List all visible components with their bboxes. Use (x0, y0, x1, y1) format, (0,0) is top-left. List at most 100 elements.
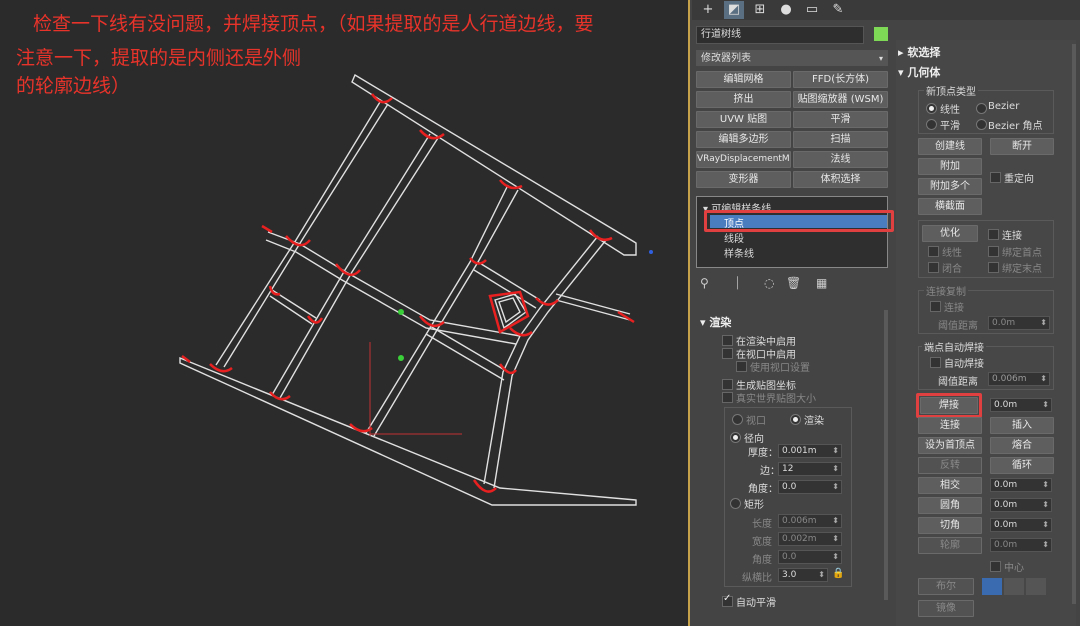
chamfer-button[interactable]: 切角 (918, 517, 982, 534)
bezier-corner-radio[interactable] (976, 119, 987, 130)
connect-copy-checkbox[interactable] (930, 301, 941, 312)
reorient-checkbox[interactable] (990, 172, 1001, 183)
fillet-spinner[interactable]: 0.0m (990, 498, 1052, 512)
spline-cross-3 (425, 325, 509, 381)
make-unique-icon[interactable]: ◌ (764, 276, 774, 290)
spline-cross-1 (265, 231, 521, 345)
make-first-button[interactable]: 设为首顶点 (918, 437, 982, 454)
cross-section-button[interactable]: 横截面 (918, 198, 982, 215)
create-line-button[interactable]: 创建线 (918, 138, 982, 155)
length-spinner[interactable]: 0.006m (778, 514, 842, 528)
mirror-button[interactable]: 镜像 (918, 600, 974, 617)
modify-tab-icon[interactable]: ◩ (724, 1, 744, 19)
modifier-list-dropdown[interactable]: 修改器列表 ▾ (696, 50, 888, 66)
lock-icon[interactable]: 🔒 (832, 568, 844, 579)
reverse-button[interactable]: 反转 (918, 457, 982, 474)
smooth-radio[interactable] (926, 119, 937, 130)
threshold2-spinner[interactable]: 0.006m (988, 372, 1050, 386)
linear-radio[interactable] (926, 103, 937, 114)
auto-weld-checkbox[interactable] (930, 357, 941, 368)
aspect-spinner[interactable]: 3.0 (778, 568, 828, 582)
closed-checkbox[interactable] (928, 262, 939, 273)
auto-weld-label: 自动焊接 (944, 359, 984, 370)
radial-radio[interactable] (730, 432, 741, 443)
geometry-scrollbar[interactable] (1072, 44, 1076, 604)
outline-spinner[interactable]: 0.0m (990, 538, 1052, 552)
geometry-header[interactable]: ▾ 几何体 (898, 64, 940, 80)
modifier-button-vray-displacement[interactable]: VRayDisplacementMod (696, 151, 791, 168)
connect-checkbox[interactable] (988, 229, 999, 240)
show-end-result-icon[interactable]: ⏐ (734, 276, 741, 291)
angle2-spinner[interactable]: 0.0 (778, 550, 842, 564)
break-button[interactable]: 断开 (990, 138, 1054, 155)
stack-item-segment[interactable]: 线段 (724, 230, 744, 245)
boolean-subtract-icon[interactable] (1004, 578, 1024, 595)
cycle-button[interactable]: 循环 (990, 457, 1054, 474)
modifier-button-edit-poly[interactable]: 编辑多边形 (696, 131, 791, 148)
viewport-radio[interactable] (732, 414, 743, 425)
modifier-button-map-scaler[interactable]: 贴图缩放器 (WSM) (793, 91, 888, 108)
boolean-intersect-icon[interactable] (1026, 578, 1046, 595)
bind-first-checkbox[interactable] (988, 246, 999, 257)
real-world-map-checkbox[interactable] (722, 392, 733, 403)
modifier-button-smooth[interactable]: 平滑 (793, 111, 888, 128)
render-rollout-header[interactable]: ▾ 渲染 (700, 314, 731, 330)
threshold-spinner[interactable]: 0.0m (988, 316, 1050, 330)
gen-map-coords-checkbox[interactable] (722, 379, 733, 390)
pin-stack-icon[interactable]: ⚲ (700, 276, 709, 290)
boolean-button[interactable]: 布尔 (918, 578, 974, 595)
fuse-button[interactable]: 熔合 (990, 437, 1054, 454)
intersect-button[interactable]: 相交 (918, 477, 982, 494)
thickness-spinner[interactable]: 0.001m (778, 444, 842, 458)
create-tab-icon[interactable]: + (698, 1, 718, 19)
modifier-button-vol-select[interactable]: 体积选择 (793, 171, 888, 188)
remove-modifier-icon[interactable]: 🗑 (786, 276, 801, 290)
motion-tab-icon[interactable]: ● (776, 1, 796, 19)
refine-button[interactable]: 优化 (922, 225, 978, 242)
intersect-spinner[interactable]: 0.0m (990, 478, 1052, 492)
modifier-button-ffd-box[interactable]: FFD(长方体) (793, 71, 888, 88)
modifier-button-morpher[interactable]: 变形器 (696, 171, 791, 188)
modifier-button-sweep[interactable]: 扫描 (793, 131, 888, 148)
center-checkbox[interactable] (990, 561, 1001, 572)
chamfer-spinner[interactable]: 0.0m (990, 518, 1052, 532)
weld-threshold-spinner[interactable]: 0.0m (990, 398, 1052, 412)
configure-sets-icon[interactable]: ▦ (816, 276, 827, 290)
use-viewport-settings-checkbox[interactable] (736, 361, 747, 372)
blue-dot (649, 250, 653, 254)
object-color-swatch[interactable] (874, 27, 888, 41)
outline-button[interactable]: 轮廓 (918, 537, 982, 554)
linear2-checkbox[interactable] (928, 246, 939, 257)
insert-button[interactable]: 插入 (990, 417, 1054, 434)
utilities-tab-icon[interactable]: ✎ (828, 1, 848, 19)
fillet-button[interactable]: 圆角 (918, 497, 982, 514)
sides-spinner[interactable]: 12 (778, 462, 842, 476)
enable-in-render-checkbox[interactable] (722, 335, 733, 346)
hierarchy-tab-icon[interactable]: ⊞ (750, 1, 770, 19)
enable-in-viewport-checkbox[interactable] (722, 348, 733, 359)
width-spinner[interactable]: 0.002m (778, 532, 842, 546)
attach-multiple-button[interactable]: 附加多个 (918, 178, 982, 195)
modifier-stack[interactable]: ▾ 可编辑样条线 顶点 线段 样条线 (696, 196, 888, 268)
auto-smooth-checkbox[interactable] (722, 593, 733, 607)
spline-drawing[interactable] (0, 0, 688, 626)
modifier-button-edit-mesh[interactable]: 编辑网格 (696, 71, 791, 88)
viewport-3d[interactable]: 检查一下线有没问题，并焊接顶点，（如果提取的是人行道边线，要 注意一下，提取的是… (0, 0, 690, 626)
bind-last-checkbox[interactable] (988, 262, 999, 273)
angle-spinner[interactable]: 0.0 (778, 480, 842, 494)
render-scrollbar[interactable] (884, 310, 888, 600)
connect-button[interactable]: 连接 (918, 417, 982, 434)
modifier-button-normal[interactable]: 法线 (793, 151, 888, 168)
object-name-field[interactable]: 行道树线 (696, 26, 864, 44)
display-tab-icon[interactable]: ▭ (802, 1, 822, 19)
modifier-button-uvw-map[interactable]: UVW 贴图 (696, 111, 791, 128)
soft-select-header[interactable]: ▸ 软选择 (898, 44, 940, 60)
endpoint-weld-label: 端点自动焊接 (922, 339, 986, 354)
stack-item-spline[interactable]: 样条线 (724, 245, 754, 260)
render-radio[interactable] (790, 414, 801, 425)
modifier-button-extrude[interactable]: 挤出 (696, 91, 791, 108)
bezier-radio[interactable] (976, 103, 987, 114)
rectangular-radio[interactable] (730, 498, 741, 509)
attach-button[interactable]: 附加 (918, 158, 982, 175)
boolean-union-icon[interactable] (982, 578, 1002, 595)
